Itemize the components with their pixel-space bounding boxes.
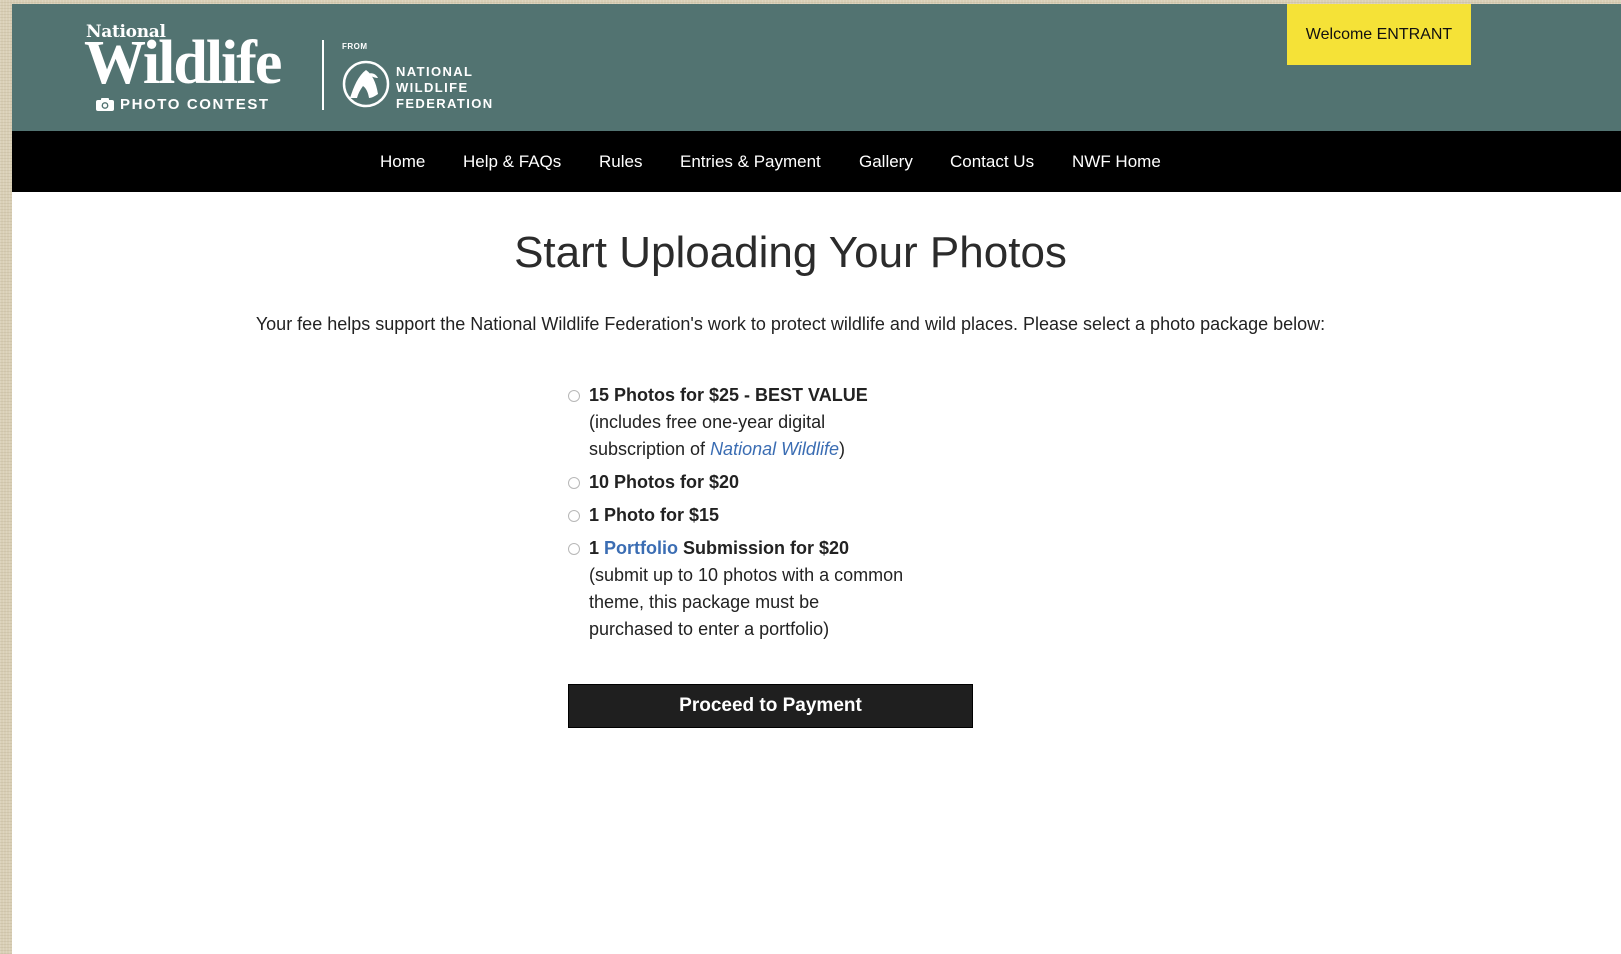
package-options: 15 Photos for $25 - BEST VALUE (includes…	[566, 382, 906, 649]
nwf-wordmark: NATIONAL WILDLIFE FEDERATION	[396, 64, 494, 112]
camera-icon	[96, 98, 114, 111]
browser-viewport: National Wildlife PHOTO CONTEST FROM NAT…	[12, 4, 1621, 954]
nav-item-help-faqs[interactable]: Help & FAQs	[463, 131, 561, 192]
intro-text: Your fee helps support the National Wild…	[255, 314, 1326, 334]
nwf-seal-icon	[342, 60, 390, 108]
portfolio-title-prefix: 1	[589, 538, 605, 558]
portfolio-link[interactable]: Portfolio	[604, 538, 678, 558]
logo-from-text: FROM	[342, 42, 368, 51]
nav-item-contact-us[interactable]: Contact Us	[950, 131, 1034, 192]
page-title: Start Uploading Your Photos	[514, 228, 1067, 277]
main-nav: Home Help & FAQs Rules Entries & Payment…	[12, 131, 1621, 192]
nav-item-nwf-home[interactable]: NWF Home	[1072, 131, 1161, 192]
proceed-to-payment-button[interactable]: Proceed to Payment	[568, 684, 973, 728]
welcome-button[interactable]: Welcome ENTRANT	[1287, 4, 1471, 65]
nav-item-entries-payment[interactable]: Entries & Payment	[680, 131, 821, 192]
package-option-10-photos: 10 Photos for $20	[566, 469, 906, 496]
logo-wildlife-text: Wildlife	[84, 29, 282, 97]
package-title-1-photo: 1 Photo for $15	[589, 505, 720, 525]
contest-logo[interactable]: National Wildlife PHOTO CONTEST FROM NAT…	[84, 20, 516, 120]
package-option-15-photos: 15 Photos for $25 - BEST VALUE (includes…	[566, 382, 906, 463]
nwf-line-2: WILDLIFE	[396, 80, 469, 95]
national-wildlife-link[interactable]: National Wildlife	[710, 439, 839, 459]
site-header: National Wildlife PHOTO CONTEST FROM NAT…	[12, 4, 1621, 131]
package-desc-close: )	[838, 439, 845, 459]
package-title-10-photos: 10 Photos for $20	[589, 472, 740, 492]
package-radio-portfolio[interactable]	[568, 543, 580, 555]
package-radio-1-photo[interactable]	[568, 510, 580, 522]
nwf-line-1: NATIONAL	[396, 64, 474, 79]
logo-divider	[322, 40, 324, 110]
nwf-line-3: FEDERATION	[396, 96, 494, 111]
logo-contest-line: PHOTO CONTEST	[96, 96, 270, 113]
package-option-1-photo: 1 Photo for $15	[566, 502, 906, 529]
portfolio-title-suffix: Submission for $20	[678, 538, 850, 558]
package-title-15-photos: 15 Photos for $25 - BEST VALUE	[589, 385, 868, 405]
package-radio-10-photos[interactable]	[568, 477, 580, 489]
logo-contest-text: PHOTO CONTEST	[120, 96, 270, 113]
package-radio-15-photos[interactable]	[568, 390, 580, 402]
package-option-portfolio: 1 Portfolio Submission for $20 (submit u…	[566, 535, 906, 643]
nav-item-home[interactable]: Home	[380, 131, 425, 192]
package-title-portfolio: 1 Portfolio Submission for $20	[589, 538, 849, 558]
nav-item-gallery[interactable]: Gallery	[859, 131, 913, 192]
package-desc-portfolio: (submit up to 10 photos with a common th…	[589, 565, 904, 639]
nav-item-rules[interactable]: Rules	[599, 131, 642, 192]
package-desc-15-photos: (includes free one-year digital subscrip…	[589, 412, 845, 459]
